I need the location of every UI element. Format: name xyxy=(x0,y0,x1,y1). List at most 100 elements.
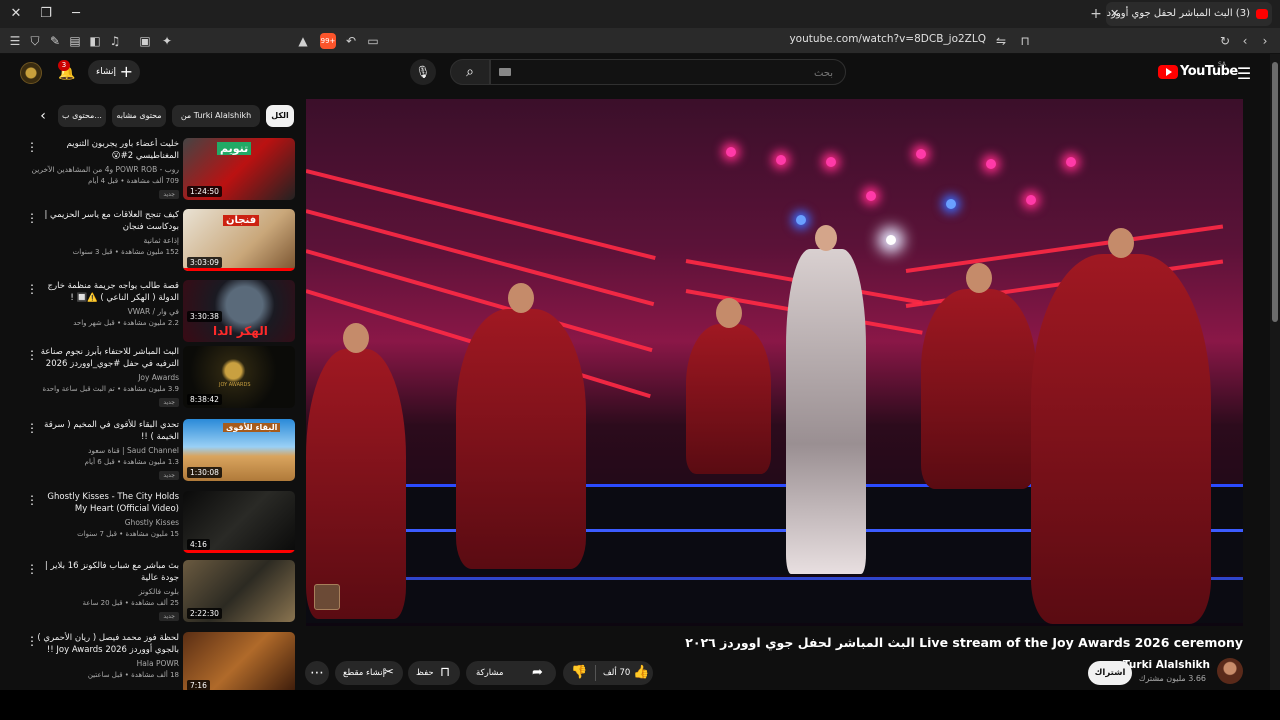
recommendation-thumbnail[interactable]: 4:16 xyxy=(183,491,295,553)
new-tab-button[interactable]: + xyxy=(1086,4,1106,24)
dislike-icon[interactable]: 👎 xyxy=(571,661,587,685)
chip-scroll-left-icon[interactable]: ‹ xyxy=(34,106,52,126)
recommendation-thumbnail[interactable]: تنويم 1:24:50 xyxy=(183,138,295,200)
save-button[interactable]: حفظ ⊓ xyxy=(408,661,460,685)
menu-icon[interactable]: ☰ xyxy=(6,32,24,50)
window-close-icon[interactable]: ✕ xyxy=(6,4,26,24)
channel-avatar[interactable] xyxy=(1217,658,1243,684)
music-icon[interactable]: ♫ xyxy=(106,32,124,50)
pen-icon[interactable]: ✎ xyxy=(46,32,64,50)
more-options-icon[interactable]: ⋮ xyxy=(26,348,38,362)
recommendation-item[interactable]: الهكر الدا 3:30:38 قصة طالب يواجه جريمة … xyxy=(20,280,296,346)
bookmark-icon[interactable]: ⊓ xyxy=(1016,32,1034,50)
brave-shield-badge[interactable]: 99+ xyxy=(320,33,336,49)
recommendation-title: البث المباشر للاحتفاء بأبرز نجوم صناعة ا… xyxy=(40,347,179,369)
recommendation-meta: 152 مليون مشاهدة • قبل 3 سنوات xyxy=(72,248,179,256)
browser-tab[interactable]: (3) البث المباشر لحفل جوي أوورد ✕ xyxy=(1106,2,1272,26)
new-badge: جديد xyxy=(159,471,179,480)
chip-all[interactable]: الكل xyxy=(266,105,294,127)
singer-figure xyxy=(786,225,866,574)
thumbnail-text: تنويم xyxy=(217,142,252,155)
recommendation-thumbnail[interactable]: JOY AWARDS 8:38:42 xyxy=(183,346,295,408)
forward-icon[interactable]: › xyxy=(1256,32,1274,50)
like-icon[interactable]: 👍 xyxy=(633,661,649,685)
search-input[interactable] xyxy=(513,64,833,82)
keyboard-icon[interactable] xyxy=(499,68,511,76)
search-button[interactable]: ⌕ xyxy=(450,59,490,85)
recommendation-thumbnail[interactable]: 2:22:30 xyxy=(183,560,295,622)
site-settings-icon[interactable]: ⇋ xyxy=(992,32,1010,50)
new-badge: جديد xyxy=(159,398,179,407)
recommendation-thumbnail[interactable]: فنجان 3:03:09 xyxy=(183,209,295,271)
scrollbar-thumb[interactable] xyxy=(1272,62,1278,322)
recommendation-thumbnail[interactable]: الهكر الدا 3:30:38 xyxy=(183,280,295,342)
more-options-icon[interactable]: ⋮ xyxy=(26,140,38,154)
recommendation-item[interactable]: JOY AWARDS 8:38:42 البث المباشر للاحتفاء… xyxy=(20,346,296,412)
more-options-icon[interactable]: ⋮ xyxy=(26,421,38,435)
recommendation-title: كيف تنجح العلاقات مع ياسر الحزيمي | بودك… xyxy=(44,210,179,232)
thumbnail-text: JOY AWARDS xyxy=(219,382,251,388)
subscribe-button[interactable]: اشتراك xyxy=(1088,661,1132,685)
account-avatar[interactable] xyxy=(20,62,42,84)
recommendation-item[interactable]: تنويم 1:24:50 خليت أعضاء باور يجربون الث… xyxy=(20,138,296,204)
dancer-figure xyxy=(1031,228,1211,624)
recommendation-item[interactable]: 7:16 لحظة فوز محمد فيصل ( ريان الأحمري )… xyxy=(20,632,296,698)
dancer-head xyxy=(508,283,534,313)
page-scrollbar[interactable] xyxy=(1270,54,1280,690)
dancer-head xyxy=(1108,228,1134,258)
stage-light xyxy=(886,235,896,245)
recommendation-meta: 15 مليون مشاهدة • قبل 7 سنوات xyxy=(77,530,179,538)
search-box[interactable] xyxy=(490,59,846,85)
tabs-icon[interactable]: ▤ xyxy=(66,32,84,50)
search-icon: ⌕ xyxy=(466,64,474,80)
microphone-icon: 🎙 xyxy=(415,65,431,79)
recommendation-channel: Ghostly Kisses xyxy=(124,518,179,527)
recommendation-meta: 25 ألف مشاهدة • قبل 20 ساعة xyxy=(82,599,180,607)
more-options-icon[interactable]: ⋮ xyxy=(26,282,38,296)
back-icon[interactable]: ‹ xyxy=(1236,32,1254,50)
recommendation-item[interactable]: 4:16 Ghostly Kisses - The City Holds My … xyxy=(20,491,296,557)
stage-light xyxy=(866,191,876,201)
channel-name[interactable]: Turki Alalshikh xyxy=(1123,659,1210,671)
recommendation-thumbnail[interactable]: 7:16 xyxy=(183,632,295,694)
share-button[interactable]: مشاركة ➦ xyxy=(466,661,556,685)
logo-text: YouTube xyxy=(1180,64,1238,79)
reload-icon[interactable]: ↻ xyxy=(1216,32,1234,50)
logo-region: SA xyxy=(1218,61,1227,68)
stage-light xyxy=(796,215,806,225)
new-badge: جديد xyxy=(159,190,179,199)
more-options-icon[interactable]: ⋮ xyxy=(26,211,38,225)
more-options-icon[interactable]: ⋮ xyxy=(26,562,38,576)
recommendation-item[interactable]: فنجان 3:03:09 كيف تنجح العلاقات مع ياسر … xyxy=(20,209,296,275)
more-options-icon[interactable]: ⋮ xyxy=(26,493,38,507)
stage-light xyxy=(776,155,786,165)
recommendation-title: خليت أعضاء باور يجربون الثنويم المغناطيس… xyxy=(66,139,179,161)
chip-related[interactable]: محتوى مشابه xyxy=(112,105,166,127)
recommendation-item[interactable]: البقاء للأقوى 1:30:08 تحدي البقاء للأقوى… xyxy=(20,419,296,485)
more-actions-button[interactable]: ⋯ xyxy=(305,661,329,685)
recommendation-thumbnail[interactable]: البقاء للأقوى 1:30:08 xyxy=(183,419,295,481)
back-share-icon[interactable]: ↶ xyxy=(342,32,360,50)
like-count[interactable]: 70 ألف xyxy=(603,661,630,685)
create-button[interactable]: + إنشاء xyxy=(88,60,140,84)
video-player[interactable] xyxy=(306,99,1243,626)
chip-from-channel[interactable]: من Turki Alalshikh xyxy=(172,105,260,127)
address-bar[interactable]: ▲ 99+ ↶ ▭ youtube.com/watch?v=8DCB_jo2ZL… xyxy=(294,31,1034,51)
window-icon[interactable]: ▣ xyxy=(136,32,154,50)
voice-search-button[interactable]: 🎙 xyxy=(410,59,436,85)
clip-button[interactable]: إنشاء مقطع ✂ xyxy=(335,661,403,685)
cast-icon[interactable]: ▭ xyxy=(364,32,382,50)
shield-icon[interactable]: ⛉ xyxy=(26,32,44,50)
sidebar-icon[interactable]: ◧ xyxy=(86,32,104,50)
chip-more[interactable]: محتوى ب... xyxy=(58,105,106,127)
extensions-icon[interactable]: ✦ xyxy=(158,32,176,50)
tab-close-icon[interactable]: ✕ xyxy=(1110,2,1124,26)
recommendation-meta: 709 ألف مشاهدة • قبل 4 أيام xyxy=(88,177,179,185)
window-minimize-icon[interactable]: ─ xyxy=(66,4,86,24)
window-maximize-icon[interactable]: ❐ xyxy=(36,4,56,24)
more-options-icon[interactable]: ⋮ xyxy=(26,634,38,648)
recommendation-title: لحظة فوز محمد فيصل ( ريان الأحمري ) بالج… xyxy=(37,633,179,655)
channel-watermark[interactable] xyxy=(314,584,340,610)
youtube-logo[interactable]: YouTube SA xyxy=(1154,61,1238,84)
recommendation-item[interactable]: 2:22:30 بث مباشر مع شباب فالكونز 16 بلاي… xyxy=(20,560,296,626)
